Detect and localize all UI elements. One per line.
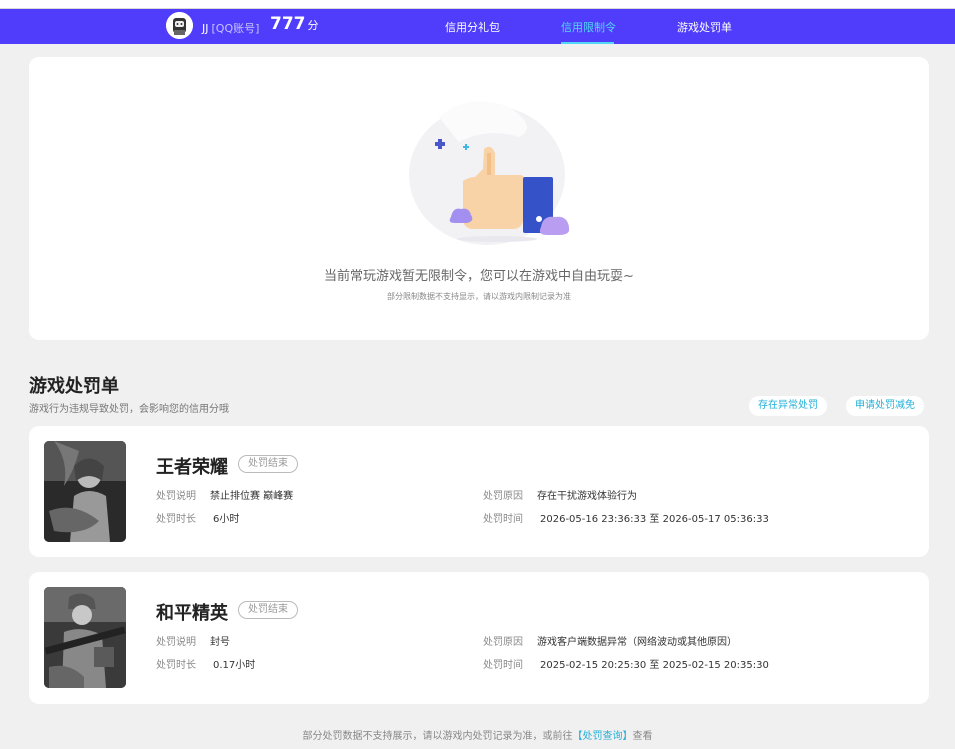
- duration-label: 处罚时长: [156, 514, 196, 525]
- user-name-text: JJ: [202, 22, 209, 35]
- status-badge: 处罚结束: [238, 455, 298, 473]
- tab-restriction-order[interactable]: 信用限制令: [561, 19, 616, 35]
- abnormal-penalty-button[interactable]: 存在异常处罚: [749, 396, 827, 416]
- desc-label: 处罚说明: [156, 637, 196, 648]
- footer-suffix: 查看: [632, 731, 653, 742]
- footer-text: 部分处罚数据不支持展示，请以游戏内处罚记录为准，或前往: [302, 731, 573, 742]
- time-value: 2025-02-15 20:25:30 至 2025-02-15 20:35:3…: [540, 656, 769, 671]
- empty-restriction-message: 当前常玩游戏暂无限制令，您可以在游戏中自由玩耍~: [324, 269, 634, 284]
- time-value: 2026-05-16 23:36:33 至 2026-05-17 05:36:3…: [540, 510, 769, 525]
- game-cover-image: [44, 441, 126, 542]
- desc-value: 禁止排位赛 巅峰赛: [210, 491, 294, 502]
- reason-label: 处罚原因: [483, 637, 523, 648]
- avatar[interactable]: [166, 12, 193, 39]
- thumbs-up-illustration: [409, 101, 569, 245]
- top-nav-bar: JJ [QQ账号] 777 分 信用分礼包 信用限制令 游戏处罚单: [0, 9, 955, 44]
- credit-score-unit: 分: [307, 19, 319, 32]
- desc-value: 封号: [210, 637, 230, 648]
- time-start: 2025-02-15 20:25:30: [540, 660, 647, 671]
- game-cover-image: [44, 587, 126, 688]
- section-title: 游戏处罚单: [29, 376, 119, 397]
- restriction-card: 当前常玩游戏暂无限制令，您可以在游戏中自由玩耍~ 部分限制数据不支持显示，请以游…: [29, 57, 929, 340]
- window-top-strip: [0, 0, 955, 9]
- game-character-image: [44, 441, 126, 542]
- active-tab-indicator: [561, 42, 614, 44]
- reason-value: 游戏客户端数据异常（网络波动或其他原因）: [537, 637, 737, 648]
- footer-note: 部分处罚数据不支持展示，请以游戏内处罚记录为准，或前往【处罚查询】查看: [0, 727, 955, 742]
- tab-game-penalty[interactable]: 游戏处罚单: [677, 19, 732, 35]
- time-start: 2026-05-16 23:36:33: [540, 514, 647, 525]
- credit-score-value: 777: [270, 14, 306, 34]
- game-name: 王者荣耀: [156, 457, 228, 478]
- duration-value: 0.17小时: [213, 660, 256, 671]
- account-type: [QQ账号]: [211, 22, 260, 35]
- reason-label: 处罚原因: [483, 491, 523, 502]
- game-name: 和平精英: [156, 603, 228, 624]
- reduce-penalty-button[interactable]: 申请处罚减免: [846, 396, 924, 416]
- time-end: 2026-05-17 05:36:33: [662, 514, 769, 525]
- time-label: 处罚时间: [483, 660, 523, 671]
- restriction-note: 部分限制数据不支持显示，请以游戏内限制记录为准: [387, 292, 571, 301]
- duration-label: 处罚时长: [156, 660, 196, 671]
- section-subtitle: 游戏行为违规导致处罚，会影响您的信用分哦: [29, 404, 229, 415]
- credit-score: 777 分: [270, 14, 319, 34]
- time-end: 2025-02-15 20:35:30: [662, 660, 769, 671]
- user-name: JJ [QQ账号]: [202, 20, 259, 36]
- penalty-query-link[interactable]: 【处罚查询】: [573, 731, 633, 742]
- avatar-image: [166, 12, 193, 39]
- time-separator: 至: [649, 514, 660, 525]
- desc-label: 处罚说明: [156, 491, 196, 502]
- time-label: 处罚时间: [483, 514, 523, 525]
- game-character-image: [44, 587, 126, 688]
- penalty-card: 王者荣耀 处罚结束 处罚说明 禁止排位赛 巅峰赛 处罚时长 6小时 处罚原因 存…: [29, 426, 929, 557]
- status-badge: 处罚结束: [238, 601, 298, 619]
- penalty-card: 和平精英 处罚结束 处罚说明 封号 处罚时长 0.17小时 处罚原因 游戏客户端…: [29, 572, 929, 704]
- tab-credit-gift[interactable]: 信用分礼包: [445, 19, 500, 35]
- reason-value: 存在干扰游戏体验行为: [537, 491, 637, 502]
- duration-value: 6小时: [213, 514, 240, 525]
- time-separator: 至: [649, 660, 660, 671]
